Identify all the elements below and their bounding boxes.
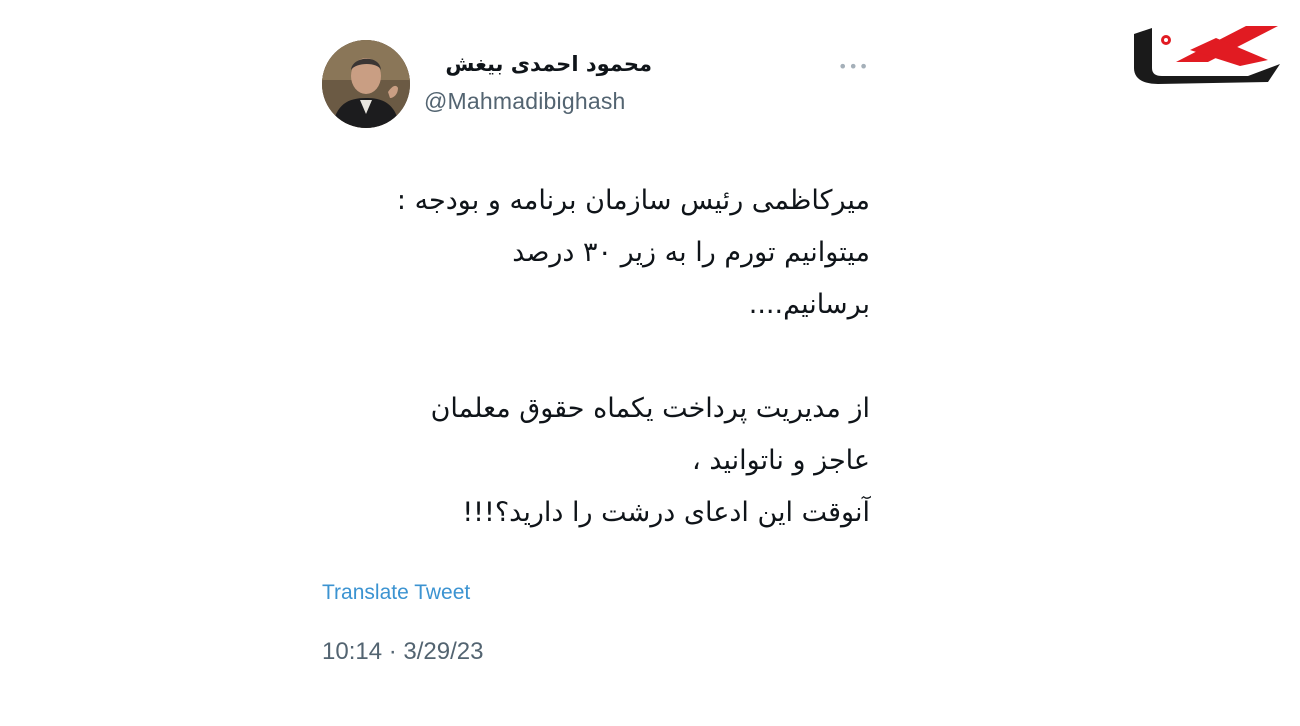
avatar-photo xyxy=(322,40,410,128)
tweet-text-line: میتوانیم تورم را به زیر ۳۰ درصد xyxy=(512,237,870,268)
translate-tweet-link[interactable]: Translate Tweet xyxy=(322,581,470,605)
tweet-text-line: میرکاظمی رئیس سازمان برنامه و بودجه : xyxy=(396,185,870,216)
tweet-timestamp[interactable]: 10:14 · 3/29/23 xyxy=(322,638,483,666)
rokna-logo-mark xyxy=(1134,26,1280,84)
tweet-text-line: از مدیریت پرداخت یکماه حقوق معلمان xyxy=(430,393,870,424)
screenshot-canvas: محمود احمدی بیغش @Mahmadibighash ••• میر… xyxy=(0,0,1300,726)
tweet-text-line: برسانیم.... xyxy=(748,289,870,320)
avatar[interactable] xyxy=(322,40,410,128)
display-name[interactable]: محمود احمدی بیغش xyxy=(422,52,652,76)
user-handle[interactable]: @Mahmadibighash xyxy=(424,88,626,115)
tweet-text: میرکاظمی رئیس سازمان برنامه و بودجه : می… xyxy=(326,175,870,539)
tweet-text-line: آنوقت این ادعای درشت را دارید؟!!! xyxy=(462,497,870,528)
more-horizontal-icon[interactable]: ••• xyxy=(838,57,868,77)
tweet-card: محمود احمدی بیغش @Mahmadibighash ••• میر… xyxy=(318,30,870,690)
rokna-logo xyxy=(1128,20,1284,90)
tweet-text-line: عاجز و ناتوانید ، xyxy=(692,445,870,476)
